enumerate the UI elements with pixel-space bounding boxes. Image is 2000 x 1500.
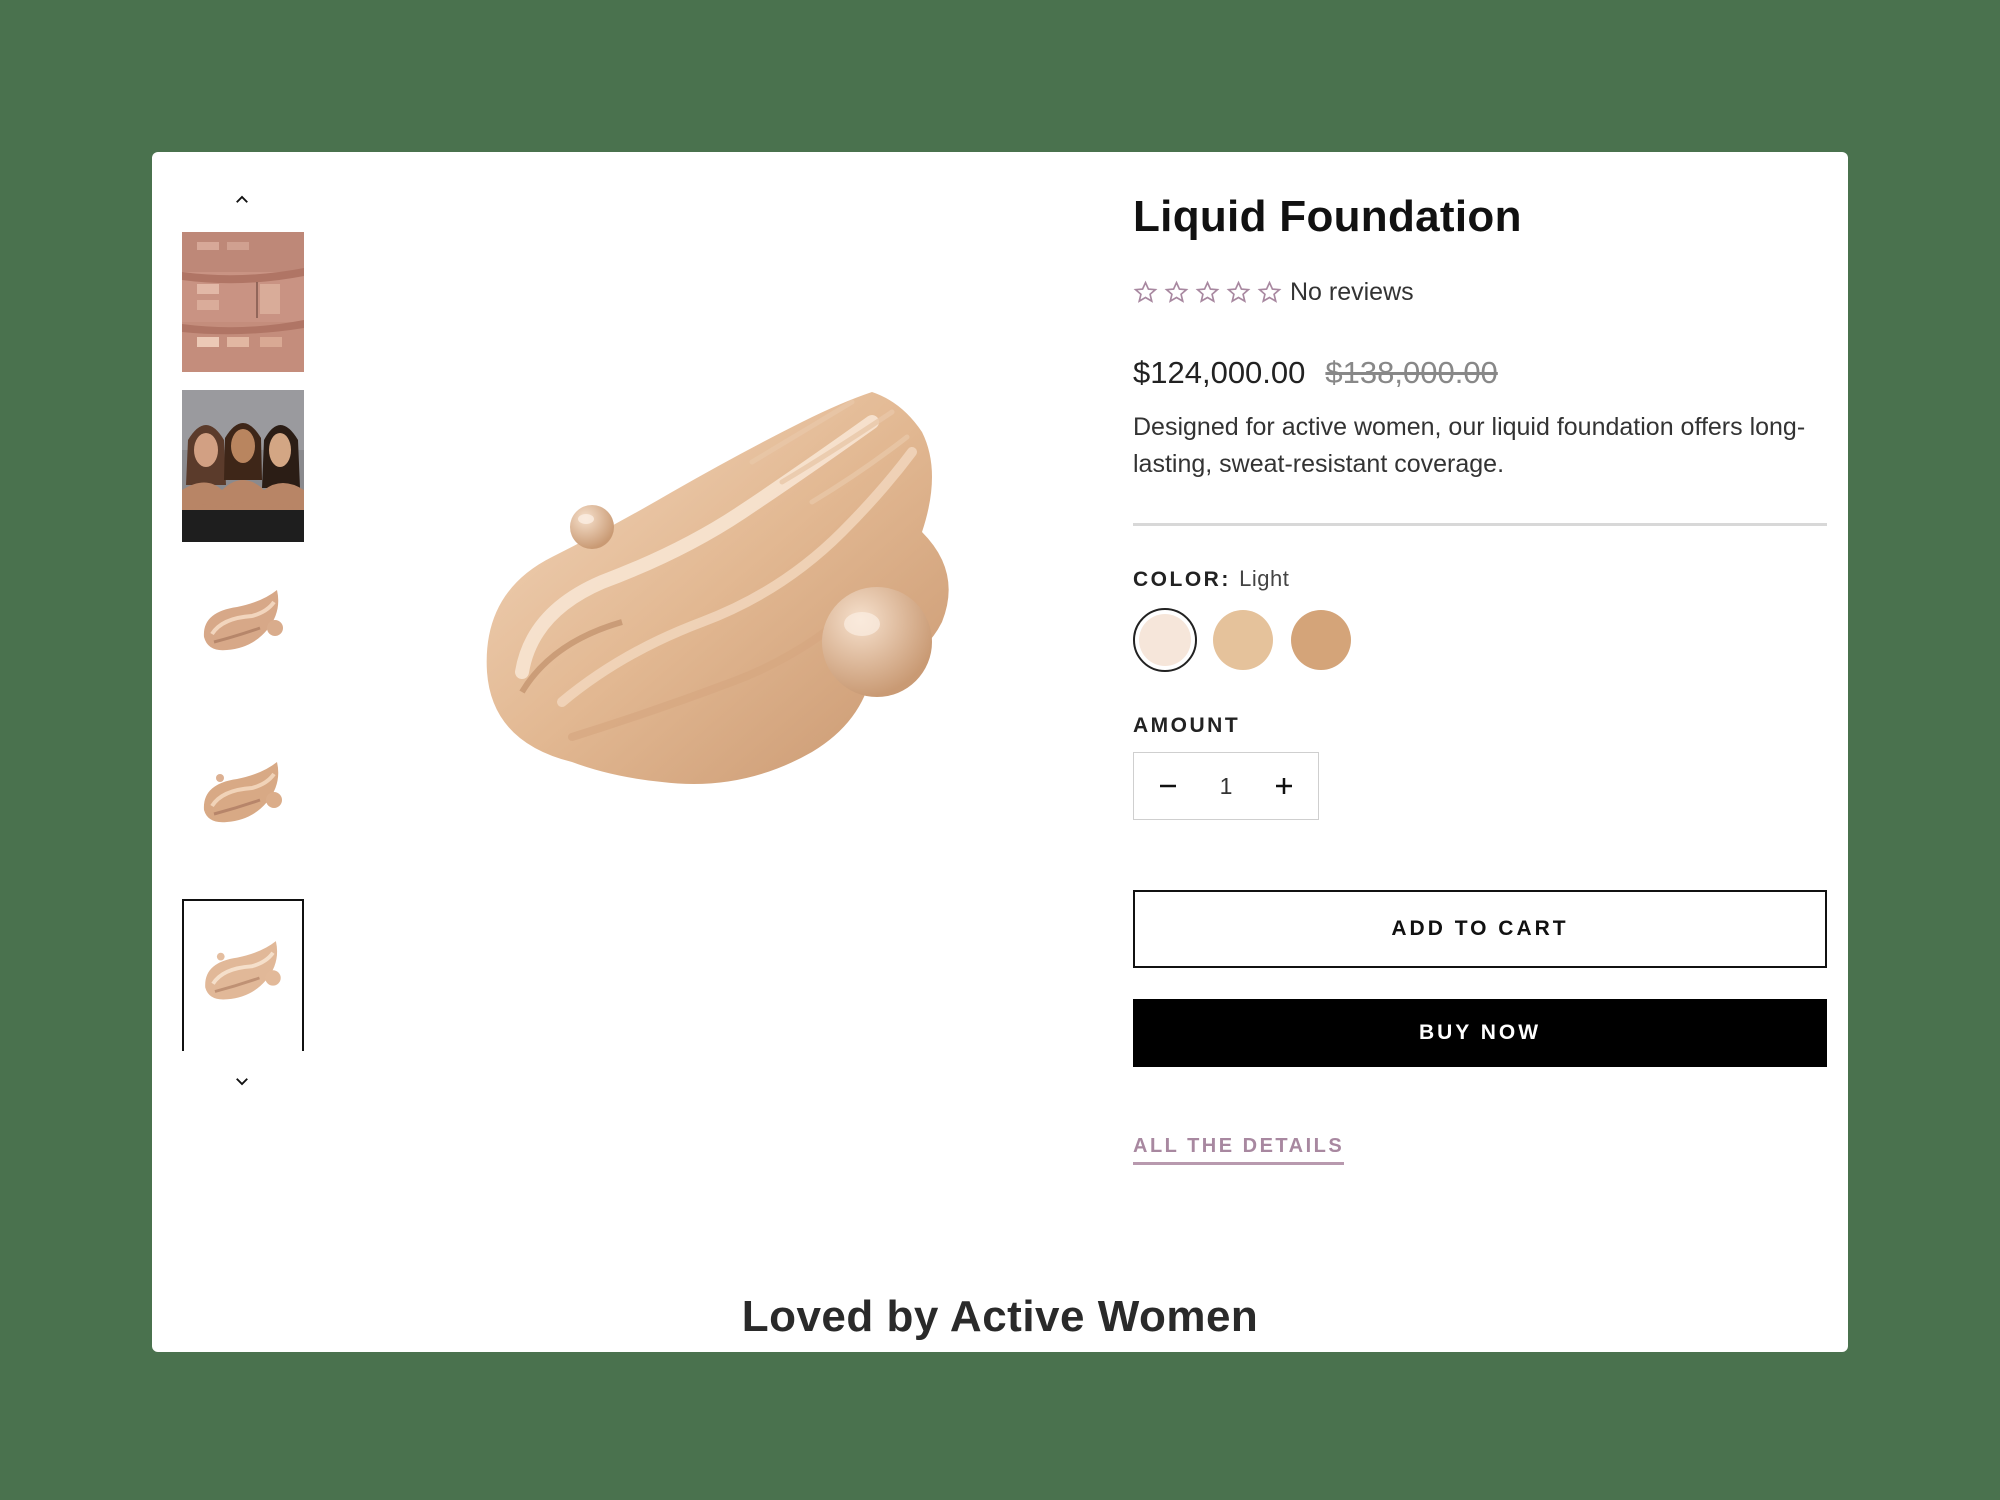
thumbnail-swirl-1[interactable] [182, 552, 304, 697]
swatch-fill [1213, 610, 1273, 670]
star-rating [1133, 280, 1282, 305]
foundation-swirl-image [203, 590, 283, 651]
star-outline-icon [1226, 280, 1251, 303]
compare-at-price: $138,000.00 [1325, 355, 1498, 390]
rating-row[interactable]: No reviews [1133, 278, 1827, 307]
sale-price: $124,000.00 [1133, 355, 1306, 390]
models-image [182, 390, 304, 542]
foundation-swatch-image [486, 392, 949, 784]
amount-label: AMOUNT [1133, 714, 1241, 737]
color-label: COLOR: [1133, 568, 1231, 591]
main-product-image [402, 342, 1022, 862]
swatch-fill [1139, 614, 1191, 666]
selected-color-value: Light [1239, 566, 1290, 591]
thumbnail-swirl-2[interactable] [182, 722, 304, 867]
section-heading: Loved by Active Women [741, 1292, 1259, 1341]
plus-icon [1276, 778, 1292, 794]
color-swatches [1133, 608, 1827, 672]
foundation-swirl-image [205, 941, 281, 1000]
divider [1133, 523, 1827, 526]
thumbnail-models[interactable] [182, 390, 304, 542]
thumbnails-down-arrow[interactable] [222, 1066, 262, 1096]
quantity-stepper [1133, 752, 1319, 820]
thumbnails-up-arrow[interactable] [222, 185, 262, 215]
minus-icon [1160, 784, 1176, 788]
quantity-decrease-button[interactable] [1154, 772, 1182, 800]
thumbnail-swirl-3-selected[interactable] [182, 899, 304, 1051]
add-to-cart-button[interactable]: ADD TO CART [1133, 890, 1827, 968]
color-swatch-tan[interactable] [1289, 608, 1353, 672]
all-the-details-link[interactable]: ALL THE DETAILS [1133, 1135, 1345, 1165]
quantity-increase-button[interactable] [1270, 772, 1298, 800]
quantity-input[interactable] [1206, 772, 1246, 800]
color-swatch-medium[interactable] [1211, 608, 1275, 672]
thumbnail-swatch-arm[interactable] [182, 232, 304, 372]
star-outline-icon [1257, 280, 1282, 303]
buy-now-button[interactable]: BUY NOW [1133, 999, 1827, 1067]
color-label-row: COLOR: Light [1133, 566, 1827, 592]
chevron-up-icon [236, 195, 248, 203]
swatch-fill [1291, 610, 1351, 670]
foundation-swirl-image [203, 762, 282, 823]
product-info: Liquid Foundation No reviews $124,000.00… [1133, 192, 1827, 1165]
reviews-count[interactable]: No reviews [1290, 278, 1414, 307]
star-outline-icon [1164, 280, 1189, 303]
star-outline-icon [1195, 280, 1220, 303]
product-title: Liquid Foundation [1133, 192, 1522, 241]
star-outline-icon [1133, 280, 1158, 303]
chevron-down-icon [236, 1078, 248, 1086]
color-swatch-light[interactable] [1133, 608, 1197, 672]
product-description: Designed for active women, our liquid fo… [1133, 413, 1806, 478]
product-card: Liquid Foundation No reviews $124,000.00… [152, 152, 1848, 1352]
price-row: $124,000.00 $138,000.00 [1133, 355, 1827, 391]
arm-swatch-image [182, 232, 304, 372]
